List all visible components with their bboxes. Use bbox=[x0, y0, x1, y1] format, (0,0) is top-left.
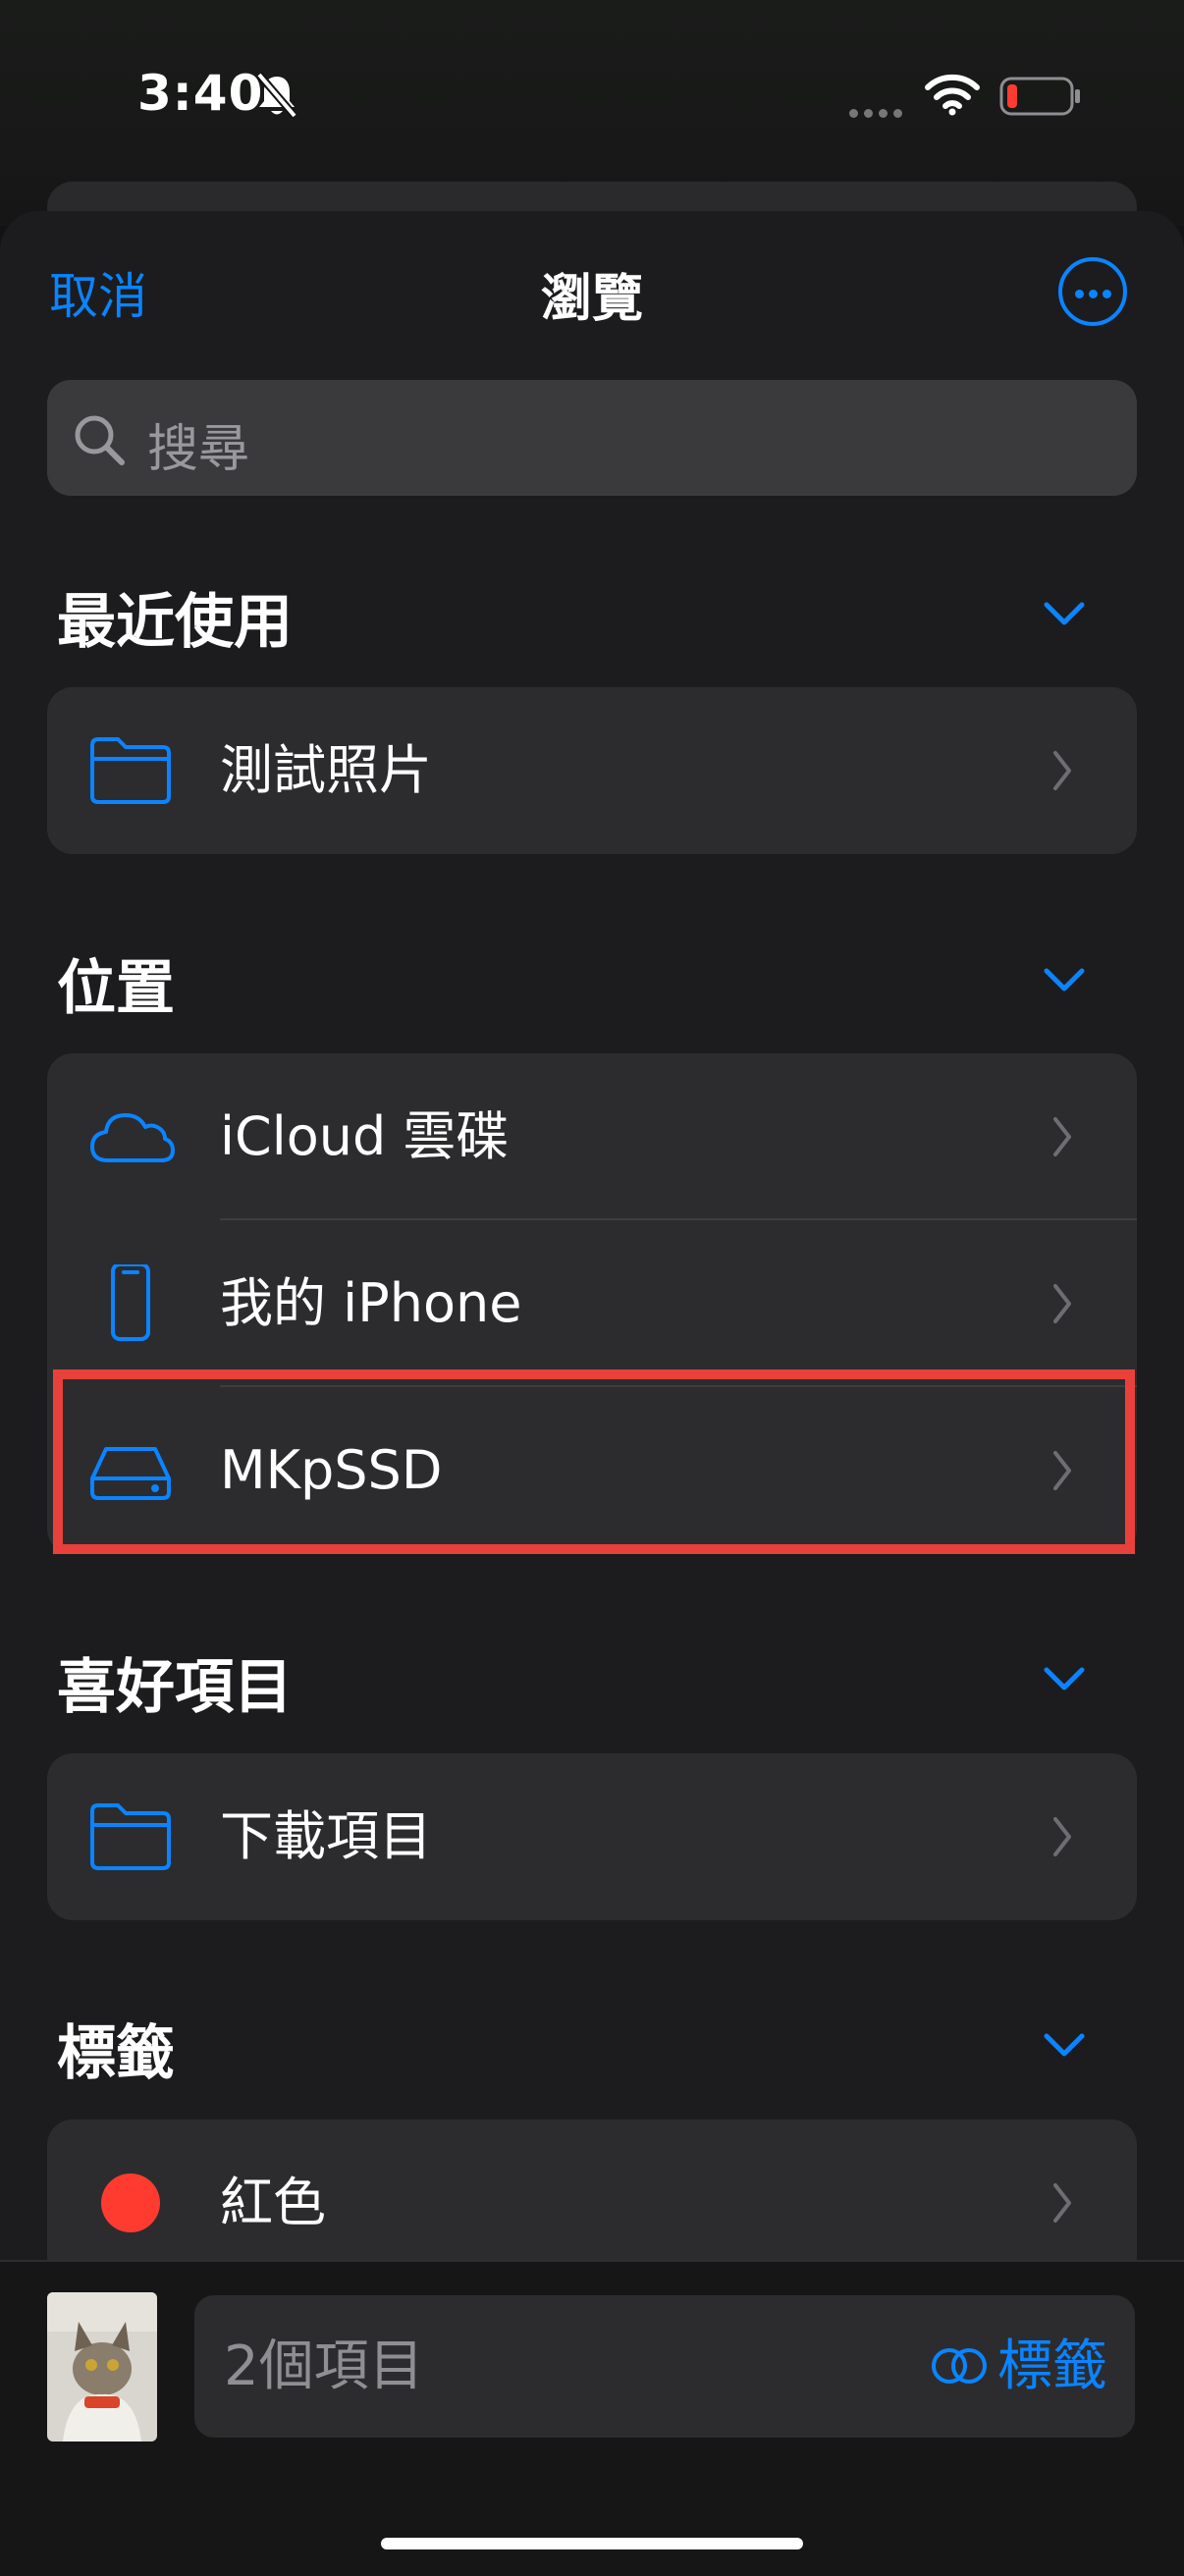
highlight-box bbox=[53, 1369, 1135, 1554]
list-item-my-iphone[interactable]: 我的 iPhone bbox=[47, 1220, 1137, 1387]
list-item-icloud[interactable]: iCloud 雲碟 bbox=[47, 1053, 1137, 1220]
battery-icon bbox=[999, 77, 1080, 116]
favorites-card: 下載項目 bbox=[47, 1753, 1137, 1920]
more-options-button[interactable] bbox=[1058, 257, 1127, 326]
recent-card: 測試照片 bbox=[47, 687, 1137, 854]
selection-bar: 2個項目 標籤 bbox=[194, 2295, 1135, 2438]
signal-dots-icon bbox=[849, 103, 908, 122]
page-title: 瀏覽 bbox=[540, 270, 643, 329]
home-indicator[interactable] bbox=[381, 2538, 803, 2549]
cloud-icon bbox=[90, 1113, 175, 1162]
section-title-favorites: 喜好項目 bbox=[57, 1653, 293, 1722]
chevron-right-icon bbox=[1053, 2183, 1071, 2223]
items-count: 2個項目 bbox=[224, 2334, 424, 2398]
search-field[interactable]: 搜尋 bbox=[47, 380, 1137, 496]
search-icon bbox=[75, 415, 125, 465]
list-item-label: iCloud 雲碟 bbox=[220, 1105, 510, 1167]
tags-button[interactable]: 標籤 bbox=[931, 2295, 1107, 2438]
list-item-label: 下載項目 bbox=[220, 1805, 432, 1867]
chevron-down-icon[interactable] bbox=[1043, 967, 1086, 994]
red-dot-icon bbox=[101, 2174, 160, 2232]
chevron-right-icon bbox=[1053, 1284, 1071, 1323]
folder-icon bbox=[90, 1803, 171, 1870]
list-item-downloads[interactable]: 下載項目 bbox=[47, 1753, 1137, 1920]
section-title-tags: 標籤 bbox=[57, 2019, 175, 2088]
tags-button-label: 標籤 bbox=[997, 2334, 1107, 2398]
list-item-recent-folder[interactable]: 測試照片 bbox=[47, 687, 1137, 854]
silent-bell-icon bbox=[255, 72, 298, 119]
folder-icon bbox=[90, 737, 171, 804]
chevron-right-icon bbox=[1053, 751, 1071, 790]
section-title-recent: 最近使用 bbox=[57, 588, 293, 657]
iphone-icon bbox=[111, 1264, 150, 1341]
chevron-right-icon bbox=[1053, 1817, 1071, 1856]
section-title-locations: 位置 bbox=[57, 954, 175, 1023]
search-placeholder: 搜尋 bbox=[147, 420, 250, 479]
list-item-label: 測試照片 bbox=[220, 739, 432, 801]
chevron-right-icon bbox=[1053, 1117, 1071, 1156]
wifi-icon bbox=[925, 74, 980, 116]
chevron-down-icon[interactable] bbox=[1043, 2032, 1086, 2060]
chevron-down-icon[interactable] bbox=[1043, 1666, 1086, 1693]
chevron-down-icon[interactable] bbox=[1043, 601, 1086, 628]
tag-toggle-icon bbox=[932, 2347, 987, 2384]
list-item-label: 我的 iPhone bbox=[220, 1272, 522, 1334]
status-time: 3:40 bbox=[137, 65, 264, 122]
photo-thumbnail[interactable] bbox=[47, 2292, 157, 2442]
